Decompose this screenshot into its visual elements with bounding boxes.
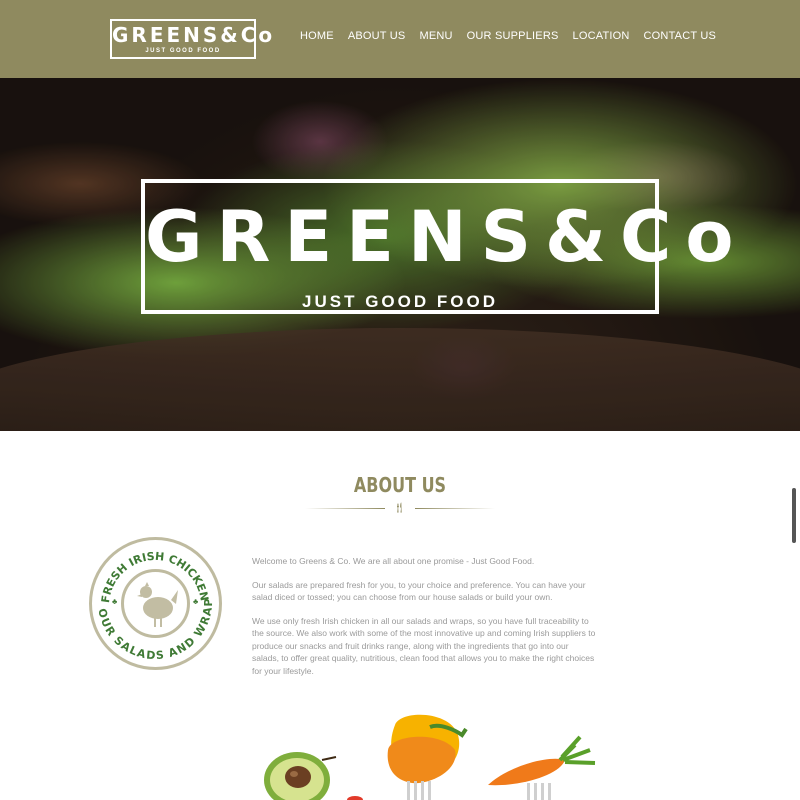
site-header: GREENS&Co JUST GOOD FOOD HOME ABOUT US M… [0, 0, 800, 78]
about-paragraph-3: We use only fresh Irish chicken in all o… [252, 615, 596, 676]
about-paragraph-1: Welcome to Greens & Co. We are all about… [252, 556, 535, 566]
hero-title: GREENS&Co [145, 196, 748, 278]
section-divider: 🍴︎ [305, 503, 495, 514]
about-paragraph-2: Our salads are prepared fresh for you, t… [252, 579, 586, 603]
tomato-icon [347, 796, 363, 800]
hero-banner: GREENS&Co JUST GOOD FOOD [0, 78, 800, 431]
fork-knife-icon: 🍴︎ [393, 503, 406, 514]
hero-subtitle: JUST GOOD FOOD [302, 292, 498, 311]
carrot-icon [488, 735, 596, 800]
nav-our-suppliers[interactable]: OUR SUPPLIERS [467, 30, 559, 42]
hero-logo-frame: GREENS&Co JUST GOOD FOOD [141, 179, 748, 314]
nav-contact-us[interactable]: CONTACT US [644, 30, 717, 42]
about-us-heading: ABOUT US [353, 473, 447, 497]
site-logo[interactable]: GREENS&Co JUST GOOD FOOD [110, 19, 276, 59]
chicken-icon [137, 582, 178, 627]
logo-title: GREENS&Co [112, 23, 276, 47]
badge-graphic: ONLY FRESH IRISH CHICKEN USED IN OUR SAL… [92, 540, 215, 662]
avocado-icon [264, 752, 337, 800]
nav-about-us[interactable]: ABOUT US [348, 30, 406, 42]
nav-home[interactable]: HOME [300, 30, 334, 42]
logo-tagline: JUST GOOD FOOD [145, 48, 221, 54]
shamrock-icon-left: ♣ [112, 597, 118, 606]
vegetable-illustrations [264, 714, 596, 800]
pepper-icon [387, 714, 468, 800]
about-us-text: Welcome to Greens & Co. We are all about… [252, 555, 597, 688]
nav-location[interactable]: LOCATION [573, 30, 630, 42]
irish-chicken-badge: ONLY FRESH IRISH CHICKEN USED IN OUR SAL… [89, 537, 222, 670]
main-nav: HOME ABOUT US MENU OUR SUPPLIERS LOCATIO… [300, 30, 716, 42]
shamrock-icon-right: ♣ [193, 597, 199, 606]
nav-menu[interactable]: MENU [419, 30, 452, 42]
scrollbar-thumb[interactable] [792, 488, 796, 543]
